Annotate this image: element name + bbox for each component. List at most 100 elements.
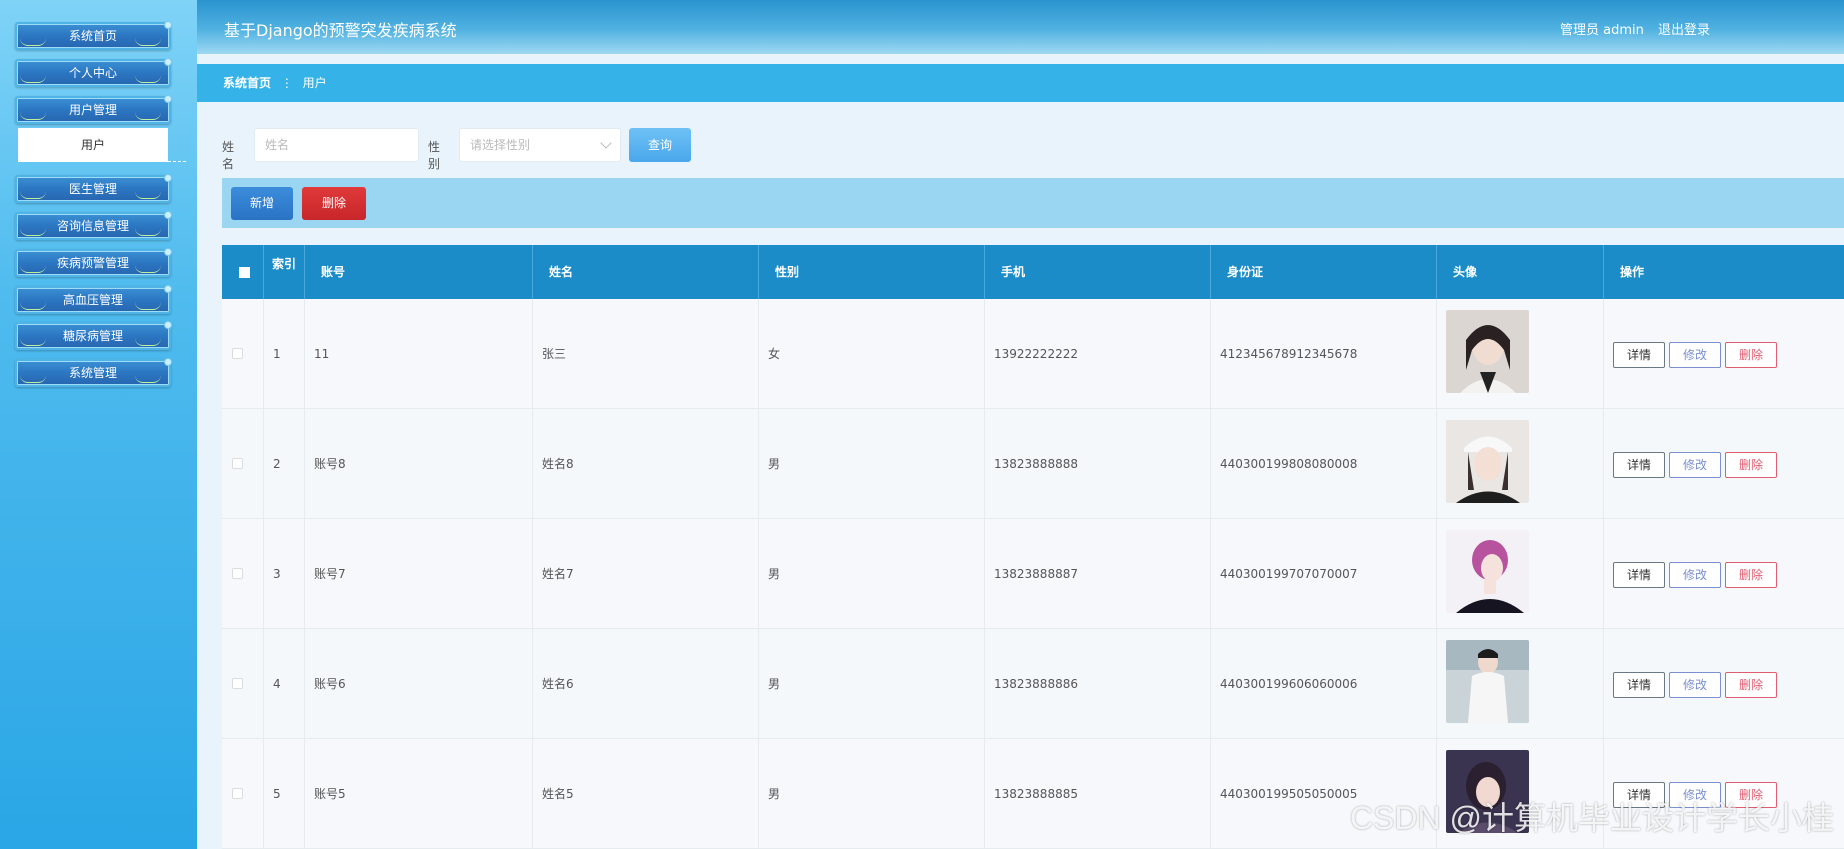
detail-button[interactable]: 详情 bbox=[1613, 342, 1665, 368]
row-checkbox[interactable] bbox=[232, 568, 243, 579]
name-search-input[interactable]: 姓名 bbox=[254, 128, 419, 162]
logout-link[interactable]: 退出登录 bbox=[1658, 23, 1710, 38]
detail-button[interactable]: 详情 bbox=[1613, 562, 1665, 588]
row-checkbox[interactable] bbox=[232, 678, 243, 689]
chevron-down-icon bbox=[600, 137, 612, 149]
delete-button[interactable]: 删除 bbox=[1725, 562, 1777, 588]
sidebar-item-label: 用户管理 bbox=[68, 103, 117, 117]
sidebar-item-consult-management[interactable]: 咨询信息管理 bbox=[15, 211, 172, 240]
cell-id-card: 440300199808080008 bbox=[1211, 409, 1437, 519]
row-select-cell bbox=[222, 629, 264, 739]
cell-avatar bbox=[1437, 629, 1604, 739]
cell-index: 3 bbox=[264, 519, 305, 629]
sidebar-item-system-management[interactable]: 系统管理 bbox=[15, 358, 172, 387]
row-select-cell bbox=[222, 409, 264, 519]
sidebar-item-label: 糖尿病管理 bbox=[62, 329, 123, 343]
cell-operations: 详情 修改 删除 bbox=[1604, 299, 1844, 409]
edit-button[interactable]: 修改 bbox=[1669, 672, 1721, 698]
sidebar-item-doctor-management[interactable]: 医生管理 bbox=[15, 174, 172, 203]
cell-account: 11 bbox=[305, 299, 533, 409]
column-header-avatar: 头像 bbox=[1437, 245, 1604, 299]
top-header: 基于Django的预警突发疾病系统 管理员 admin 退出登录 bbox=[197, 0, 1844, 54]
cell-name: 姓名6 bbox=[533, 629, 759, 739]
column-header-account: 账号 bbox=[305, 245, 533, 299]
table-row: 4 账号6 姓名6 男 13823888886 4403001996060600… bbox=[222, 629, 1844, 739]
table-row: 1 11 张三 女 13922222222 412345678912345678… bbox=[222, 299, 1844, 409]
cell-id-card: 440300199707070007 bbox=[1211, 519, 1437, 629]
cell-gender: 男 bbox=[759, 409, 985, 519]
gender-select-placeholder: 请选择性别 bbox=[470, 138, 531, 152]
sidebar-item-personal-center[interactable]: 个人中心 bbox=[15, 58, 172, 87]
cell-gender: 男 bbox=[759, 739, 985, 849]
add-button[interactable]: 新增 bbox=[231, 187, 293, 220]
delete-button[interactable]: 删除 bbox=[1725, 342, 1777, 368]
column-header-operations: 操作 bbox=[1620, 265, 1645, 279]
sidebar-item-diabetes-management[interactable]: 糖尿病管理 bbox=[15, 321, 172, 350]
query-button[interactable]: 查询 bbox=[629, 128, 691, 162]
cell-index: 1 bbox=[264, 299, 305, 409]
user-table: 索引 账号 姓名 性别 手机 身份证 头像 操作 1 11 张三 女 13922… bbox=[222, 245, 1844, 849]
cell-gender: 男 bbox=[759, 629, 985, 739]
row-checkbox[interactable] bbox=[232, 348, 243, 359]
cell-gender: 女 bbox=[759, 299, 985, 409]
detail-button[interactable]: 详情 bbox=[1613, 452, 1665, 478]
cell-index: 2 bbox=[264, 409, 305, 519]
edit-button[interactable]: 修改 bbox=[1669, 562, 1721, 588]
edit-button[interactable]: 修改 bbox=[1669, 452, 1721, 478]
cell-index: 4 bbox=[264, 629, 305, 739]
divider bbox=[18, 161, 186, 162]
sidebar-item-hypertension-management[interactable]: 高血压管理 bbox=[15, 285, 172, 314]
name-label: 姓名 bbox=[222, 140, 235, 171]
cell-avatar bbox=[1437, 409, 1604, 519]
cell-phone: 13823888886 bbox=[985, 629, 1211, 739]
cell-phone: 13823888888 bbox=[985, 409, 1211, 519]
cell-operations: 详情 修改 删除 bbox=[1604, 409, 1844, 519]
cell-id-card: 440300199606060006 bbox=[1211, 629, 1437, 739]
row-select-cell bbox=[222, 739, 264, 849]
cell-phone: 13823888885 bbox=[985, 739, 1211, 849]
sidebar-item-user-management[interactable]: 用户管理 bbox=[15, 95, 172, 124]
sidebar-item-label: 高血压管理 bbox=[62, 293, 123, 307]
batch-delete-button[interactable]: 删除 bbox=[302, 187, 366, 220]
table-body: 1 11 张三 女 13922222222 412345678912345678… bbox=[222, 299, 1844, 849]
edit-button[interactable]: 修改 bbox=[1669, 342, 1721, 368]
row-checkbox[interactable] bbox=[232, 458, 243, 469]
cell-name: 姓名5 bbox=[533, 739, 759, 849]
sidebar: 系统首页 个人中心 用户管理 用户 医生管理 咨询信息管理 疾病预警管理 高血压… bbox=[0, 0, 197, 849]
cell-account: 账号6 bbox=[305, 629, 533, 739]
user-avatar-image bbox=[1446, 530, 1529, 613]
sidebar-item-home[interactable]: 系统首页 bbox=[15, 21, 172, 50]
cell-name: 张三 bbox=[533, 299, 759, 409]
row-checkbox[interactable] bbox=[232, 788, 243, 799]
sidebar-subitem-users[interactable]: 用户 bbox=[18, 128, 168, 162]
cell-account: 账号5 bbox=[305, 739, 533, 849]
cell-operations: 详情 修改 删除 bbox=[1604, 629, 1844, 739]
column-header-name: 姓名 bbox=[533, 245, 759, 299]
gender-label: 性别 bbox=[428, 140, 441, 171]
sidebar-item-label: 系统管理 bbox=[68, 366, 117, 380]
watermark: CSDN @计算机毕业设计学长小桂 bbox=[1349, 800, 1834, 836]
delete-button[interactable]: 删除 bbox=[1725, 452, 1777, 478]
table-row: 3 账号7 姓名7 男 13823888887 4403001997070700… bbox=[222, 519, 1844, 629]
cell-name: 姓名8 bbox=[533, 409, 759, 519]
column-header-phone: 手机 bbox=[985, 245, 1211, 299]
cell-phone: 13823888887 bbox=[985, 519, 1211, 629]
sidebar-item-label: 个人中心 bbox=[68, 66, 117, 80]
gender-select[interactable]: 请选择性别 bbox=[459, 128, 621, 162]
row-select-cell bbox=[222, 299, 264, 409]
cell-id-card: 412345678912345678 bbox=[1211, 299, 1437, 409]
sidebar-item-warning-management[interactable]: 疾病预警管理 bbox=[15, 248, 172, 277]
cell-account: 账号7 bbox=[305, 519, 533, 629]
select-all-checkbox[interactable] bbox=[239, 267, 250, 278]
detail-button[interactable]: 详情 bbox=[1613, 672, 1665, 698]
table-header: 索引 账号 姓名 性别 手机 身份证 头像 操作 bbox=[222, 245, 1844, 299]
breadcrumb-separator: ⋮ bbox=[280, 76, 293, 90]
cell-account: 账号8 bbox=[305, 409, 533, 519]
current-user-label: 管理员 admin bbox=[1559, 23, 1644, 38]
sidebar-item-label: 医生管理 bbox=[68, 182, 117, 196]
user-avatar-image bbox=[1446, 640, 1529, 723]
breadcrumb-home-link[interactable]: 系统首页 bbox=[223, 76, 271, 90]
cell-name: 姓名7 bbox=[533, 519, 759, 629]
delete-button[interactable]: 删除 bbox=[1725, 672, 1777, 698]
action-toolbar: 新增 删除 bbox=[222, 178, 1844, 228]
